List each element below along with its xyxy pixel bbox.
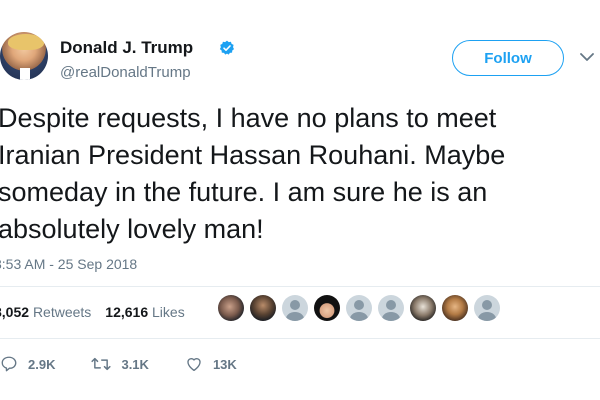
author-handle[interactable]: @realDonaldTrump [60,64,191,81]
liker-avatar[interactable] [282,295,308,321]
tweet-stats: 8,052 Retweets 12,616 Likes [0,304,199,320]
reply-count: 2.9K [28,356,56,372]
like-button[interactable]: 13K [185,355,237,373]
chevron-down-icon[interactable] [580,52,594,62]
like-count: 13K [212,356,237,372]
liker-avatar[interactable] [314,295,340,321]
liker-avatar[interactable] [410,295,436,321]
tweet-timestamp[interactable]: 3:53 AM - 25 Sep 2018 [0,256,137,272]
tweet-line: Despite requests, I have no plans to mee… [0,103,497,133]
retweets-stat[interactable]: 8,052 Retweets [0,304,91,320]
tweet-line: someday in the future. I am sure he is a… [0,177,488,207]
retweets-count: 8,052 [0,304,30,320]
retweet-icon [91,357,112,371]
divider [0,286,600,287]
retweet-count: 3.1K [121,356,149,372]
author-avatar[interactable] [0,32,48,80]
reply-button[interactable]: 2.9K [0,355,55,373]
tweet-text: Despite requests, I have no plans to mee… [0,100,598,248]
liker-avatar[interactable] [378,295,404,321]
tweet-line: absolutely lovely man! [0,214,264,244]
follow-button[interactable]: Follow [452,40,564,76]
tweet-actions: 2.9K 3.1K 13K [0,355,273,373]
heart-icon [187,358,201,372]
likes-label: Likes [152,304,185,320]
avatar-hair [8,34,44,50]
liker-avatar[interactable] [474,295,500,321]
likes-count: 12,616 [105,304,149,320]
liker-avatar[interactable] [346,295,372,321]
divider [0,338,600,339]
liker-avatar[interactable] [218,295,244,321]
likers-avatar-row [218,295,500,321]
reply-icon [1,356,17,372]
liker-avatar[interactable] [442,295,468,321]
tweet-line: Iranian President Hassan Rouhani. Maybe [0,140,506,170]
author-display-name[interactable]: Donald J. Trump [60,38,193,58]
retweet-button[interactable]: 3.1K [91,355,149,373]
likes-stat[interactable]: 12,616 Likes [105,304,184,320]
retweets-label: Retweets [32,304,92,320]
liker-avatar[interactable] [250,295,276,321]
avatar-shirt [20,68,30,80]
verified-badge-icon [219,40,234,55]
